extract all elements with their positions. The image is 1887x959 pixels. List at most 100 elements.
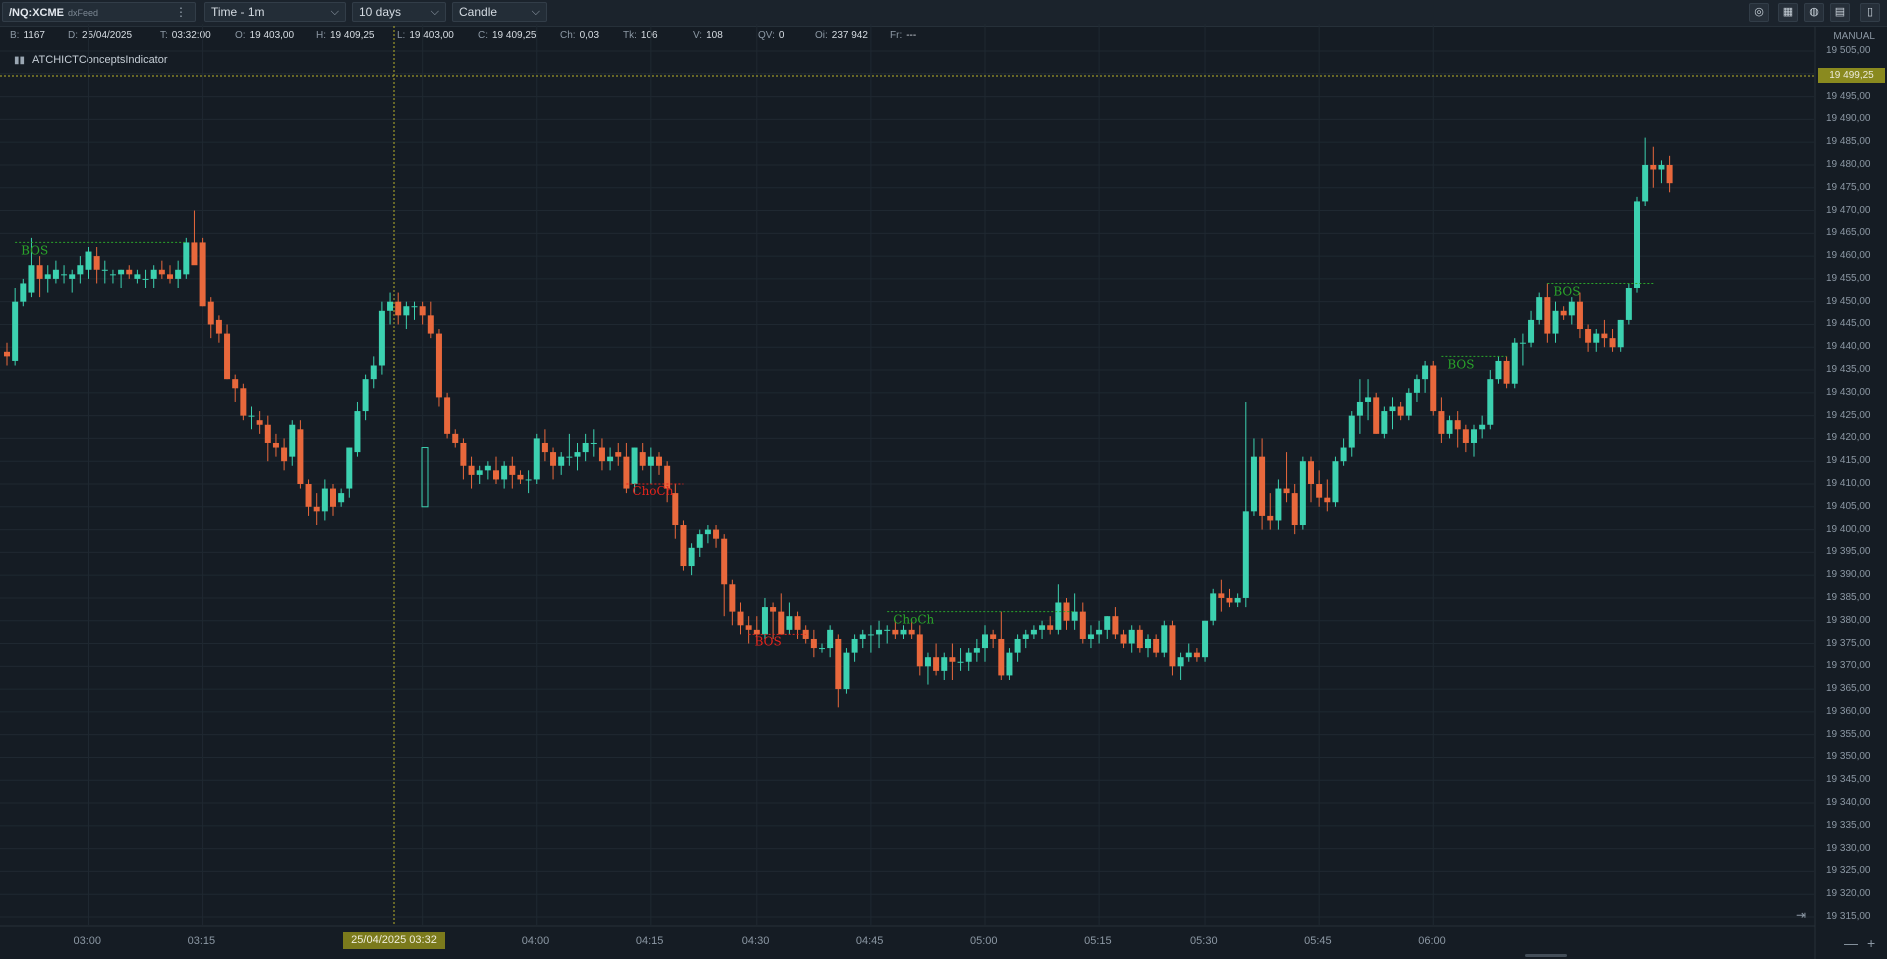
candle-up (867, 634, 874, 636)
candle-up (1348, 415, 1355, 448)
candle-down (460, 442, 467, 466)
candle-down (240, 388, 247, 416)
candle-down (264, 424, 271, 443)
time-tick-label: 03:00 (73, 935, 102, 947)
price-tick-label: 19 330,00 (1826, 842, 1871, 854)
scroll-to-end-icon[interactable]: ⇥ (1796, 908, 1806, 922)
candle-down (36, 265, 43, 279)
candle-down (1324, 497, 1331, 503)
candle-up (941, 657, 948, 671)
candle-down (1112, 616, 1119, 635)
candle-down (835, 638, 842, 690)
candle-down (199, 242, 206, 307)
candle-up (484, 465, 491, 471)
candle-up (1634, 201, 1640, 289)
candle-down (1609, 338, 1616, 348)
candle-up (1446, 420, 1453, 434)
price-tick-label: 19 480,00 (1826, 158, 1871, 170)
zoom-in-icon[interactable]: + (1867, 935, 1875, 951)
candle-up (957, 661, 964, 663)
candle-up (1422, 365, 1429, 380)
candle-up (1128, 629, 1135, 644)
price-tick-label: 19 375,00 (1826, 637, 1871, 649)
price-tick-label: 19 450,00 (1826, 295, 1871, 307)
candle-up (525, 479, 532, 481)
zoom-out-icon[interactable]: — (1844, 935, 1858, 951)
candle-up (1006, 652, 1013, 676)
candle-up (1381, 411, 1388, 434)
candle-down (1169, 625, 1176, 667)
candle-up (101, 269, 108, 271)
candle-down (908, 629, 915, 635)
candle-up (876, 629, 883, 635)
candle-up (1487, 379, 1494, 425)
candle-down (1193, 652, 1200, 658)
structure-label: ChoCh (632, 484, 673, 498)
candle-up (134, 274, 141, 279)
candle-up (859, 634, 866, 639)
candle-up (1202, 620, 1209, 658)
price-tick-label: 19 505,00 (1826, 45, 1871, 56)
candle-down (1218, 593, 1225, 598)
time-tick-label: 04:00 (521, 935, 550, 947)
price-tick-label: 19 490,00 (1826, 113, 1871, 125)
candle-down (713, 529, 720, 539)
candle-up (1479, 424, 1486, 430)
candle-down (419, 306, 426, 316)
candle-up (1658, 164, 1665, 170)
candle-up (109, 274, 116, 276)
candle-up (558, 456, 565, 466)
candle-up (1519, 342, 1526, 344)
candle-down (256, 420, 263, 425)
candle-up (1030, 629, 1037, 635)
time-tick-label: 06:00 (1418, 935, 1446, 947)
candle-up (631, 447, 638, 484)
candle-up (1242, 511, 1249, 598)
candle-up (1161, 625, 1168, 653)
time-tick-label: 04:45 (855, 935, 884, 947)
candle-up (851, 638, 858, 653)
candle-down (1503, 360, 1510, 384)
candle-down (1153, 638, 1160, 653)
price-tick-label: 19 430,00 (1826, 386, 1871, 398)
candle-up (1593, 333, 1600, 343)
candle-down (598, 447, 605, 462)
candle-down (998, 638, 1005, 676)
candle-up (1642, 164, 1649, 202)
candle-up (1356, 401, 1363, 416)
candle-down (778, 611, 785, 635)
price-tick-label: 19 385,00 (1826, 591, 1871, 603)
candle-up (52, 269, 59, 279)
candle-up (1096, 629, 1103, 635)
candle-down (729, 584, 736, 612)
candle-up (12, 301, 19, 361)
candle-down (680, 525, 687, 567)
candle-down (541, 442, 548, 453)
candle-up (77, 265, 84, 275)
horizontal-scrollbar[interactable] (1525, 954, 1567, 957)
candlestick-chart[interactable]: BOS ChoCh BOS ChoCh BOS BOS (0, 0, 1887, 959)
candle-up (1071, 611, 1078, 621)
candle-up (827, 629, 834, 649)
candle-up (1413, 379, 1420, 393)
candle-up (118, 269, 125, 275)
price-tick-label: 19 465,00 (1826, 227, 1871, 239)
candle-up (1340, 447, 1347, 462)
candle-down (916, 634, 923, 667)
candle-down (281, 447, 288, 462)
price-tick-label: 19 360,00 (1826, 705, 1871, 717)
candle-down (224, 333, 231, 380)
candle-down (892, 629, 899, 635)
candle-down (517, 474, 524, 480)
candle-down (207, 301, 214, 325)
candle-up (338, 493, 345, 503)
candle-up (1014, 638, 1021, 653)
price-tick-label: 19 365,00 (1826, 683, 1871, 695)
price-tick-label: 19 420,00 (1826, 432, 1871, 444)
candle-down (215, 319, 222, 334)
price-tick-label: 19 425,00 (1826, 409, 1871, 421)
price-tick-label: 19 325,00 (1826, 865, 1871, 877)
candle-down (737, 611, 744, 626)
candle-down (330, 488, 336, 507)
candle-up (28, 265, 35, 293)
